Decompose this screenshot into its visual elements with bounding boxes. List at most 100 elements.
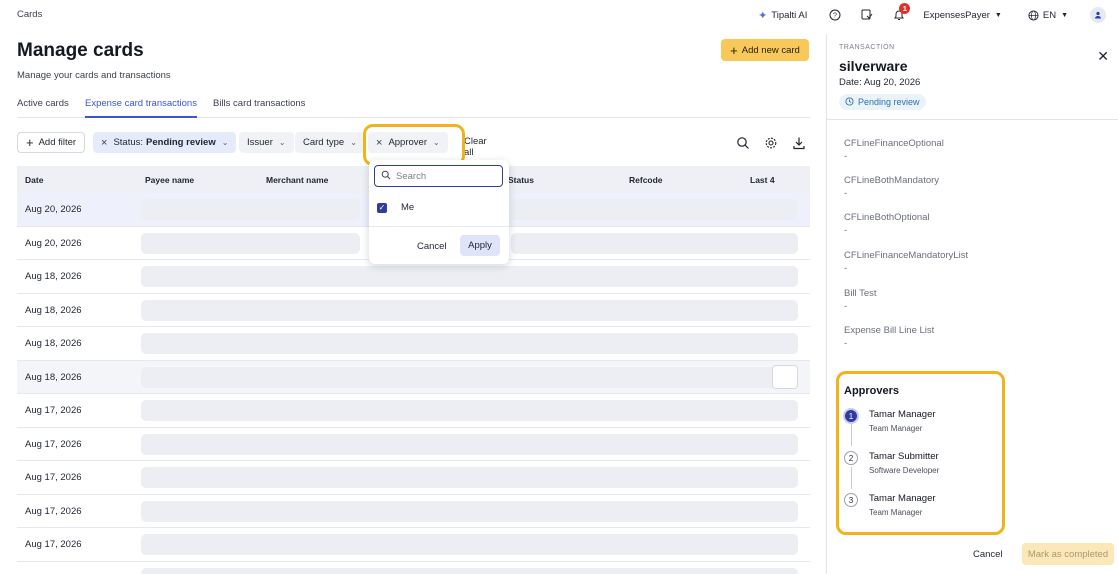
- add-new-card-label: Add new card: [741, 44, 800, 56]
- panel-header: TRANSACTION silverware Date: Aug 20, 202…: [827, 34, 1118, 120]
- mark-as-completed-button[interactable]: Mark as completed: [1022, 543, 1114, 565]
- close-icon[interactable]: ×: [101, 137, 107, 149]
- dropdown-apply-button[interactable]: Apply: [460, 235, 500, 256]
- loading-placeholder: [141, 467, 798, 488]
- top-bar: Cards ✦ Tipalti AI ? 1 ExpensesPayer ▼ E…: [0, 0, 1118, 30]
- approver-name: Tamar Manager: [869, 493, 936, 504]
- detail-field: CFLineFinanceMandatoryList -: [844, 250, 968, 274]
- page-subtitle: Manage your cards and transactions: [17, 70, 171, 81]
- tipalti-ai-button[interactable]: ✦ Tipalti AI: [758, 9, 807, 22]
- tab-bills-card-transactions[interactable]: Bills card transactions: [213, 98, 305, 118]
- table-row[interactable]: Aug 18, 2026: [17, 360, 810, 394]
- column-header-merchant[interactable]: Merchant name: [266, 175, 328, 185]
- status-filter-prefix: Status:: [113, 137, 144, 148]
- column-header-date[interactable]: Date: [25, 175, 43, 185]
- approver-option-me[interactable]: ✓ Me: [377, 202, 414, 213]
- detail-field: Expense Bill Line List -: [844, 325, 934, 349]
- clear-all-link[interactable]: Clear all: [464, 136, 487, 158]
- add-filter-label: Add filter: [38, 137, 77, 148]
- plus-icon: +: [26, 135, 34, 150]
- table-row[interactable]: Aug 17, 2026: [17, 428, 810, 461]
- table-row[interactable]: Aug 18, 2026: [17, 260, 810, 294]
- dropdown-cancel-button[interactable]: Cancel: [417, 241, 447, 252]
- table-row[interactable]: Aug 17, 2026: [17, 394, 810, 428]
- gear-icon[interactable]: [764, 136, 778, 150]
- notifications-button[interactable]: 1: [893, 3, 911, 21]
- step-number: 3: [844, 493, 858, 507]
- issuer-filter-label: Issuer: [247, 137, 273, 148]
- card-type-filter-chip[interactable]: Card type ⌄: [295, 132, 365, 153]
- search-placeholder: Search: [396, 170, 427, 182]
- column-header-payee[interactable]: Payee name: [145, 175, 194, 185]
- loading-placeholder: [141, 400, 798, 421]
- account-menu[interactable]: ExpensesPayer ▼: [923, 10, 1001, 21]
- column-header-last4[interactable]: Last 4: [750, 175, 775, 185]
- approver-role: Team Manager: [869, 424, 923, 433]
- loading-placeholder: [141, 299, 798, 321]
- language-menu[interactable]: EN ▼: [1028, 10, 1068, 21]
- column-header-refcode[interactable]: Refcode: [629, 175, 663, 185]
- tab-active-cards[interactable]: Active cards: [17, 98, 69, 118]
- breadcrumb[interactable]: Cards: [17, 9, 42, 20]
- add-new-card-button[interactable]: + Add new card: [721, 39, 809, 61]
- status-filter-chip[interactable]: × Status: Pending review ⌄: [93, 132, 237, 153]
- panel-cancel-button[interactable]: Cancel: [973, 549, 1003, 560]
- row-action-button[interactable]: [772, 364, 798, 389]
- loading-placeholder: [511, 199, 798, 220]
- account-name: ExpensesPayer: [923, 9, 990, 21]
- download-icon[interactable]: [792, 136, 806, 150]
- field-label: CFLineFinanceOptional: [844, 138, 944, 149]
- loading-placeholder: [141, 500, 798, 522]
- row-date: Aug 20, 2026: [25, 237, 82, 249]
- approver-search-input[interactable]: Search: [374, 165, 503, 187]
- globe-icon: [1028, 9, 1039, 21]
- search-icon: [381, 170, 391, 183]
- close-icon[interactable]: ✕: [1097, 48, 1109, 65]
- table-row[interactable]: Aug 17, 2026: [17, 461, 810, 495]
- add-filter-button[interactable]: + Add filter: [17, 132, 86, 153]
- chevron-down-icon: ⌄: [350, 138, 357, 147]
- table-row[interactable]: [17, 562, 810, 574]
- column-header-status[interactable]: Status: [508, 175, 534, 185]
- help-icon[interactable]: ?: [829, 9, 841, 21]
- panel-title: silverware: [839, 58, 908, 74]
- approver-name: Tamar Submitter: [869, 451, 939, 462]
- notification-badge: 1: [899, 3, 911, 14]
- close-icon[interactable]: ×: [376, 137, 382, 149]
- caret-down-icon: ▼: [994, 11, 1002, 19]
- divider: [369, 226, 509, 227]
- chevron-down-icon: ⌄: [278, 138, 286, 147]
- plus-icon: +: [730, 42, 738, 58]
- status-filter-value: Pending review: [146, 137, 216, 148]
- issuer-filter-chip[interactable]: Issuer ⌄: [239, 132, 294, 153]
- table-row[interactable]: Aug 18, 2026: [17, 294, 810, 327]
- row-date: Aug 17, 2026: [25, 539, 82, 550]
- loading-placeholder: [141, 266, 798, 287]
- clock-icon: [845, 96, 854, 108]
- tipalti-ai-label: Tipalti AI: [771, 9, 808, 21]
- table-row[interactable]: Aug 17, 2026: [17, 495, 810, 528]
- loading-placeholder: [141, 232, 360, 254]
- tasks-icon[interactable]: [861, 9, 873, 21]
- tab-expense-card-transactions[interactable]: Expense card transactions: [85, 98, 197, 118]
- checkbox-checked-icon[interactable]: ✓: [377, 202, 387, 213]
- approver-filter-chip[interactable]: × Approver ⌄: [368, 132, 448, 153]
- loading-placeholder: [511, 232, 798, 254]
- table-row[interactable]: Aug 18, 2026: [17, 327, 810, 361]
- search-icon[interactable]: [736, 136, 750, 150]
- chevron-down-icon: ⌄: [433, 138, 440, 147]
- user-avatar[interactable]: [1090, 7, 1106, 23]
- table-row[interactable]: Aug 17, 2026: [17, 528, 810, 562]
- loading-placeholder: [141, 366, 798, 388]
- table-tools: [736, 136, 806, 150]
- field-value: -: [844, 225, 848, 236]
- transaction-details-panel: TRANSACTION silverware Date: Aug 20, 202…: [826, 34, 1118, 574]
- approver-connector: [851, 467, 852, 489]
- tab-bar: Active cards Expense card transactions B…: [17, 98, 810, 118]
- step-number: 1: [843, 408, 859, 424]
- field-label: CFLineBothMandatory: [844, 175, 940, 186]
- field-label: CFLineBothOptional: [844, 212, 930, 223]
- row-date: Aug 20, 2026: [25, 204, 82, 215]
- field-value: -: [844, 301, 848, 312]
- approver-role: Software Developer: [869, 466, 940, 475]
